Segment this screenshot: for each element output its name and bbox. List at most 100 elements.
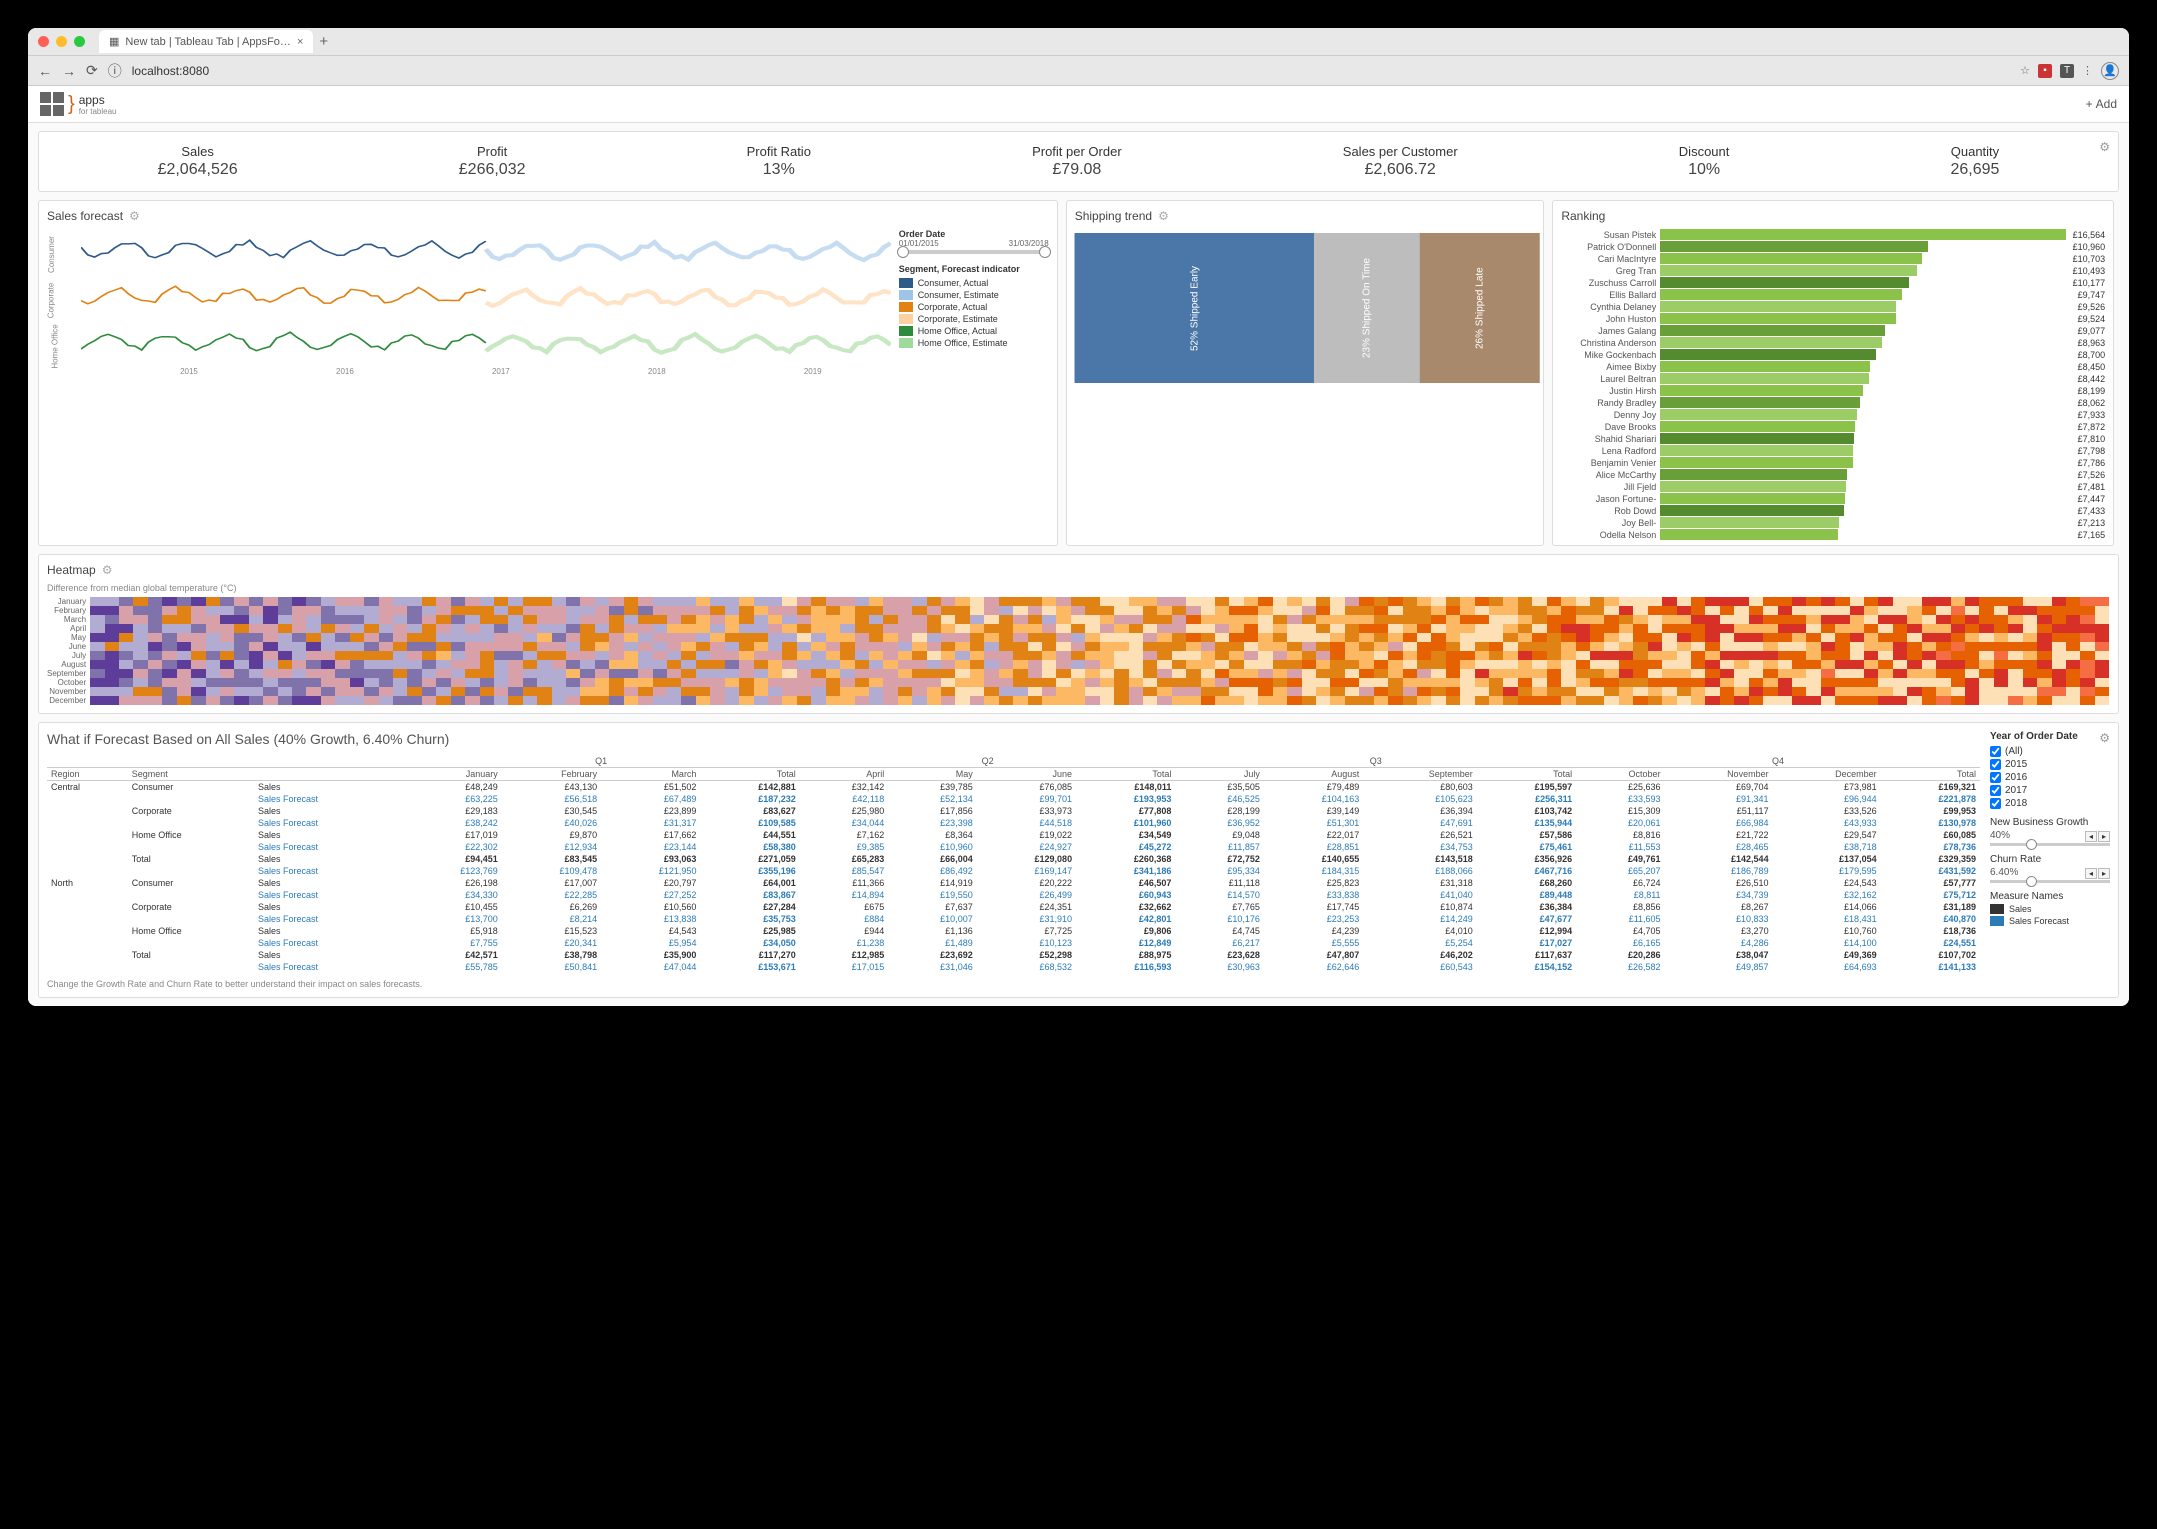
- kpi-label: Sales per Customer: [1343, 144, 1458, 159]
- forecast-title: Sales forecast: [47, 209, 123, 223]
- rank-row[interactable]: Ellis Ballard£9,747: [1561, 289, 2105, 300]
- gear-icon[interactable]: ⚙: [2099, 140, 2110, 154]
- gear-icon[interactable]: ⚙: [2099, 731, 2110, 745]
- year-checkbox[interactable]: (All): [1990, 746, 2110, 757]
- heatmap-month-label: September: [47, 669, 86, 678]
- traffic-lights: [38, 36, 85, 47]
- measure-label: Measure Names: [1990, 891, 2110, 902]
- rank-row[interactable]: Lena Radford£7,798: [1561, 445, 2105, 456]
- growth-slider[interactable]: [1990, 843, 2110, 846]
- heatmap-row: [90, 597, 2110, 606]
- year-checkbox[interactable]: 2016: [1990, 772, 2110, 783]
- minimize-icon[interactable]: [56, 36, 67, 47]
- heatmap-month-label: June: [47, 642, 86, 651]
- new-tab-button[interactable]: +: [319, 33, 328, 50]
- kpi-value: £266,032: [459, 161, 526, 179]
- heatmap-month-label: March: [47, 615, 86, 624]
- shipping-segment[interactable]: 52% Shipped Early: [1075, 233, 1315, 383]
- kpi-label: Profit Ratio: [747, 144, 811, 159]
- browser-tab[interactable]: ▦ New tab | Tableau Tab | AppsFo… ×: [99, 30, 313, 53]
- rank-row[interactable]: Laurel Beltran£8,442: [1561, 373, 2105, 384]
- heatmap-row: [90, 624, 2110, 633]
- add-button[interactable]: + Add: [2086, 97, 2117, 111]
- rank-row[interactable]: Patrick O'Donnell£10,960: [1561, 241, 2105, 252]
- rank-row[interactable]: Zuschuss Carroll£10,177: [1561, 277, 2105, 288]
- heatmap-month-label: November: [47, 687, 86, 696]
- gear-icon[interactable]: ⚙: [1158, 209, 1169, 223]
- kpi-value: £79.08: [1032, 161, 1122, 179]
- rank-row[interactable]: Dave Brooks£7,872: [1561, 421, 2105, 432]
- tab-favicon: ▦: [109, 35, 119, 48]
- whatif-footer: Change the Growth Rate and Churn Rate to…: [47, 979, 1980, 989]
- gear-icon[interactable]: ⚙: [102, 563, 113, 577]
- kpi-card: Profit per Order £79.08: [1032, 144, 1122, 179]
- tab-close-icon[interactable]: ×: [297, 36, 303, 48]
- rank-row[interactable]: Randy Bradley£8,062: [1561, 397, 2105, 408]
- rank-row[interactable]: Joy Bell-£7,213: [1561, 517, 2105, 528]
- rank-row[interactable]: Cari MacIntyre£10,703: [1561, 253, 2105, 264]
- date-slider[interactable]: [899, 250, 1049, 254]
- rank-row[interactable]: Odella Nelson£7,165: [1561, 529, 2105, 540]
- forward-icon[interactable]: →: [62, 63, 76, 79]
- step-down-button[interactable]: ◂: [2085, 831, 2097, 842]
- url-text[interactable]: localhost:8080: [132, 64, 2010, 78]
- legend-item: Consumer, Estimate: [899, 290, 1049, 300]
- filter-sidebar: Year of Order Date (All) 2015 2016 2017 …: [1990, 731, 2110, 989]
- rank-row[interactable]: Susan Pistek£16,564: [1561, 229, 2105, 240]
- table-row: TotalSales£94,451£83,545£93,063£271,059£…: [47, 853, 1980, 865]
- gear-icon[interactable]: ⚙: [129, 209, 140, 223]
- step-down-button[interactable]: ◂: [2085, 868, 2097, 879]
- table-row: Home OfficeSales£17,019£9,870£17,662£44,…: [47, 829, 1980, 841]
- step-up-button[interactable]: ▸: [2098, 868, 2110, 879]
- heatmap-title: Heatmap: [47, 563, 96, 577]
- table-row: NorthConsumerSales£26,198£17,007£20,797£…: [47, 877, 1980, 889]
- table-row: Sales Forecast£22,302£12,934£23,144£58,3…: [47, 841, 1980, 853]
- dashboard-content: ⚙ Sales£2,064,526Profit£266,032Profit Ra…: [28, 123, 2129, 1006]
- ext-icon-1[interactable]: ▪: [2038, 64, 2052, 78]
- kpi-label: Profit per Order: [1032, 144, 1122, 159]
- rank-row[interactable]: Greg Tran£10,493: [1561, 265, 2105, 276]
- ext-icon-2[interactable]: T: [2060, 64, 2074, 78]
- year-checkbox[interactable]: 2018: [1990, 798, 2110, 809]
- forecast-panel: Sales forecast⚙ Consumer£50,000£0Corpora…: [38, 200, 1058, 546]
- heatmap-row: [90, 642, 2110, 651]
- kpi-card: Profit£266,032: [459, 144, 526, 179]
- tab-title: New tab | Tableau Tab | AppsFo…: [125, 36, 291, 48]
- brand-name: apps: [79, 93, 105, 107]
- rank-row[interactable]: Jason Fortune-£7,447: [1561, 493, 2105, 504]
- shipping-segment[interactable]: 23% Shipped On Time: [1314, 233, 1420, 383]
- churn-value: 6.40%: [1990, 867, 2018, 878]
- step-up-button[interactable]: ▸: [2098, 831, 2110, 842]
- rank-row[interactable]: Rob Dowd£7,433: [1561, 505, 2105, 516]
- year-checkbox[interactable]: 2017: [1990, 785, 2110, 796]
- rank-row[interactable]: Mike Gockenbach£8,700: [1561, 349, 2105, 360]
- rank-row[interactable]: John Huston£9,524: [1561, 313, 2105, 324]
- rank-row[interactable]: Aimee Bixby£8,450: [1561, 361, 2105, 372]
- rank-row[interactable]: Justin Hirsh£8,199: [1561, 385, 2105, 396]
- rank-row[interactable]: Benjamin Venier£7,786: [1561, 457, 2105, 468]
- close-icon[interactable]: [38, 36, 49, 47]
- rank-row[interactable]: Christina Anderson£8,963: [1561, 337, 2105, 348]
- rank-row[interactable]: Jill Fjeld£7,481: [1561, 481, 2105, 492]
- rank-row[interactable]: Shahid Shariari£7,810: [1561, 433, 2105, 444]
- back-icon[interactable]: ←: [38, 63, 52, 79]
- legend-title: Segment, Forecast indicator: [899, 264, 1049, 274]
- kpi-value: 26,695: [1951, 161, 2000, 179]
- star-icon[interactable]: ☆: [2020, 64, 2030, 77]
- maximize-icon[interactable]: [74, 36, 85, 47]
- table-row: Sales Forecast£13,700£8,214£13,838£35,75…: [47, 913, 1980, 925]
- legend-item: Home Office, Estimate: [899, 338, 1049, 348]
- year-checkbox[interactable]: 2015: [1990, 759, 2110, 770]
- measure-item: Sales Forecast: [1990, 916, 2110, 926]
- rank-row[interactable]: James Galang£9,077: [1561, 325, 2105, 336]
- rank-row[interactable]: Cynthia Delaney£9,526: [1561, 301, 2105, 312]
- menu-icon[interactable]: ⋮: [2082, 64, 2093, 77]
- info-icon[interactable]: ⓘ: [108, 61, 122, 81]
- rank-row[interactable]: Alice McCarthy£7,526: [1561, 469, 2105, 480]
- churn-label: Churn Rate: [1990, 854, 2110, 865]
- churn-slider[interactable]: [1990, 880, 2110, 883]
- rank-row[interactable]: Denny Joy£7,933: [1561, 409, 2105, 420]
- reload-icon[interactable]: ⟳: [86, 62, 98, 79]
- shipping-segment[interactable]: 26% Shipped Late: [1420, 233, 1540, 383]
- profile-icon[interactable]: 👤: [2101, 62, 2119, 80]
